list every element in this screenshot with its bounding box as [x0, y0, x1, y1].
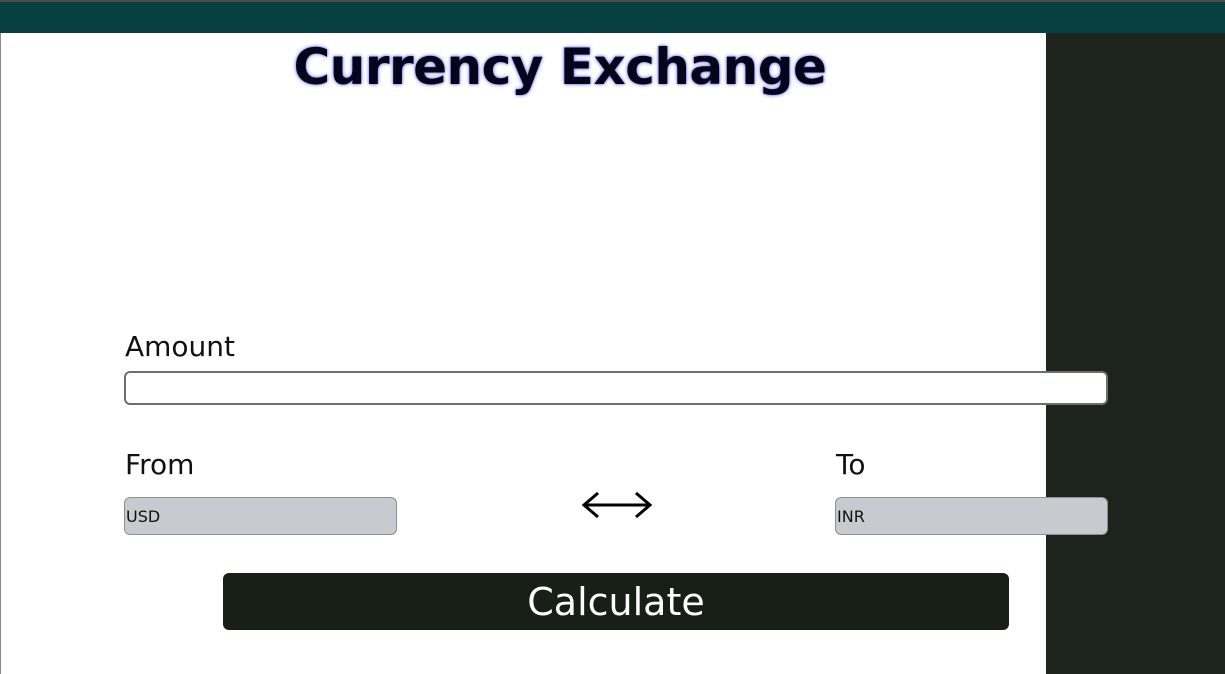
calculate-button[interactable]: Calculate [223, 573, 1009, 630]
from-currency-value: USD [126, 506, 161, 526]
left-right-arrow-icon [580, 488, 654, 522]
from-currency-select[interactable]: USD [124, 497, 397, 535]
to-currency-select[interactable]: INR [835, 497, 1108, 535]
to-currency-value: INR [837, 506, 865, 526]
amount-label: Amount [125, 330, 236, 363]
to-label: To [836, 448, 866, 481]
right-side-panel [1046, 33, 1225, 674]
top-bar [0, 0, 1225, 33]
from-label: From [125, 448, 195, 481]
page-title: Currency Exchange [293, 38, 827, 96]
page-left-border [0, 33, 1, 674]
amount-input[interactable] [124, 371, 1108, 405]
